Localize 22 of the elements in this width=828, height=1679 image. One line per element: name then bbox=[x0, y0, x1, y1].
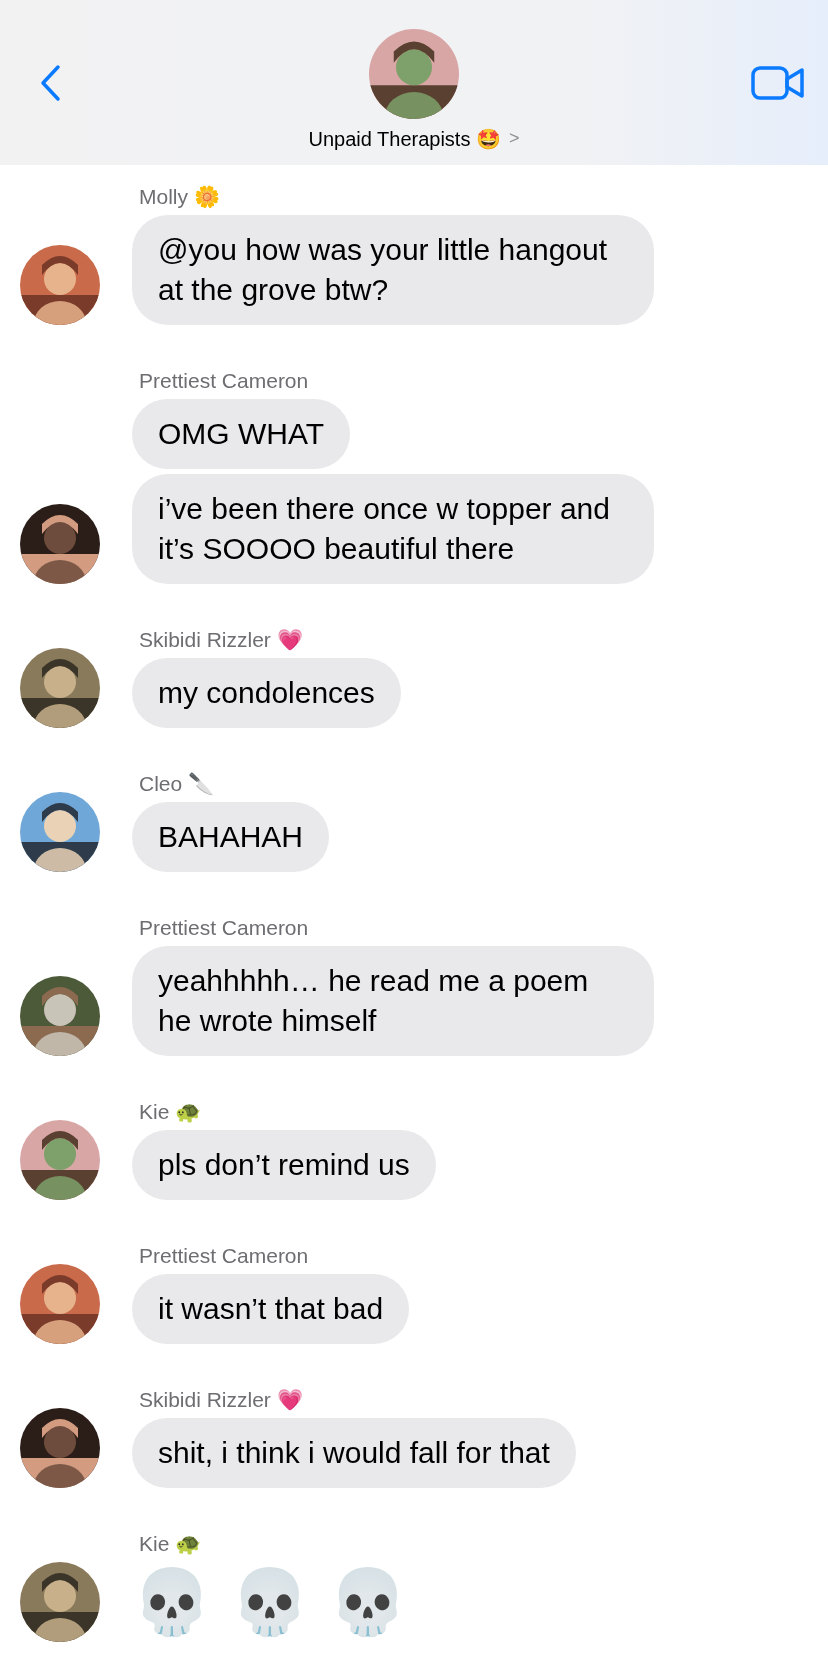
sender-name: Cleo 🔪 bbox=[139, 772, 215, 796]
message-bubble: OMG WHAT bbox=[132, 399, 351, 469]
message-bubble: i’ve been there once w topper and it’s SOOOO beautiful there bbox=[132, 474, 654, 584]
sender-name: Kie 🐢 bbox=[139, 1532, 202, 1556]
message-bubble: shit, i think i would fall for that bbox=[132, 1418, 576, 1488]
group-title[interactable]: Unpaid Therapists 🤩 bbox=[308, 126, 501, 151]
message-bubble: it wasn’t that bad bbox=[132, 1274, 410, 1344]
sender-name: Kie 🐢 bbox=[139, 1100, 202, 1124]
message-bubble: yeahhhhh… he read me a poem he wrote himself bbox=[132, 946, 654, 1056]
sender-name: Prettiest Cameron bbox=[139, 1244, 309, 1268]
message-bubble: @you how was your little hangout at the grove btw? bbox=[132, 215, 654, 325]
back-icon[interactable] bbox=[39, 63, 61, 102]
sender-name: Skibidi Rizzler 💗 bbox=[139, 628, 303, 652]
sender-name: Prettiest Cameron bbox=[139, 916, 309, 940]
emoji-message: 💀 💀 💀 bbox=[132, 1565, 408, 1640]
sender-name: Skibidi Rizzler 💗 bbox=[139, 1388, 303, 1412]
message-bubble: BAHAHAH bbox=[132, 802, 330, 872]
video-camera-icon[interactable] bbox=[751, 64, 805, 101]
sender-name: Prettiest Cameron bbox=[139, 369, 309, 393]
message-bubble: pls don’t remind us bbox=[132, 1130, 436, 1200]
sender-name: Molly 🌼 bbox=[139, 185, 220, 209]
message-bubble: my condolences bbox=[132, 658, 401, 728]
